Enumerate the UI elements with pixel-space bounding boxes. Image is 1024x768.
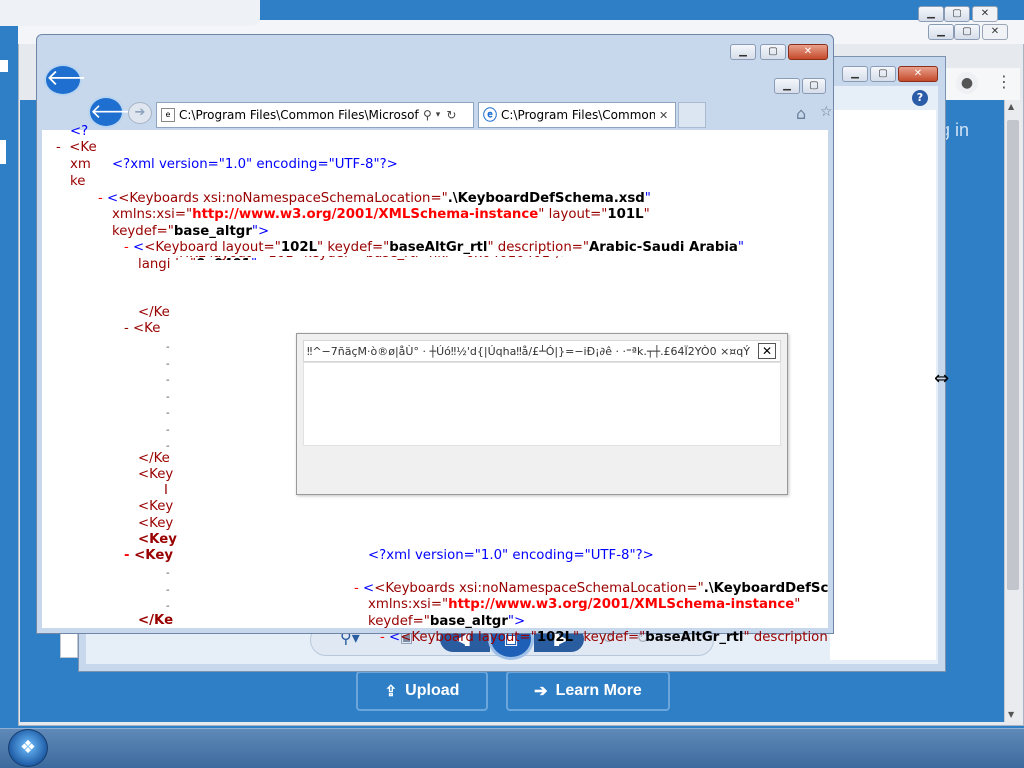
ie-close-button[interactable]: ✕ — [788, 44, 828, 60]
xml2-keydef2-attr: " keydef=" — [573, 629, 646, 645]
windows-logo-icon: ❖ — [19, 737, 37, 758]
fragment-close-1: </Ke — [138, 305, 170, 320]
upload-button[interactable]: ⇪ Upload — [356, 671, 488, 711]
ie-logo-icon: ⓔ — [483, 108, 497, 124]
xml-pi-line: <?xml version="1.0" encoding="UTF-8"?> — [112, 157, 398, 174]
address-text[interactable]: C:\Program Files\Common Files\Microsoft … — [179, 108, 419, 122]
xml2-pi-line: <?xml version="1.0" encoding="UTF-8"?> — [368, 548, 654, 565]
layout-attr: " layout=" — [538, 206, 608, 222]
ie-maximize-button[interactable]: ▢ — [760, 44, 786, 60]
refresh-icon[interactable]: ↻ — [446, 108, 456, 122]
page-icon: e — [161, 108, 175, 122]
bullets: ------- — [166, 342, 170, 452]
forward-button[interactable]: ➔ — [128, 102, 152, 124]
garbled-popup: ‼^−7ñäçM·ò®ø|åÙ° · ┼Úó‼½'d{|Úqha‼å/£┴Ó|}… — [296, 333, 788, 495]
scroll-down-arrow-icon[interactable]: ▼ — [1008, 710, 1014, 719]
bg2-minimize-button[interactable]: ▁ — [928, 24, 954, 40]
fragment-key-5-text: <Key — [134, 548, 174, 563]
fragment-I: I — [164, 483, 168, 498]
bg2-close-button[interactable]: ✕ — [982, 24, 1008, 40]
bg2-maximize-button[interactable]: ▢ — [954, 24, 980, 40]
viewer-minimize-button[interactable]: ▁ — [842, 66, 868, 82]
new-tab-button[interactable] — [678, 102, 706, 128]
outer-fragment-pi: <? — [70, 124, 89, 139]
xml2-layout-value: 102L — [536, 629, 574, 645]
keyboard-layout-value: 102L — [280, 239, 318, 255]
inner-minimize-button[interactable]: ▁ — [774, 78, 800, 94]
xml2-keydef2-value: baseAltGr_rtl — [645, 629, 744, 645]
taskbar — [0, 728, 1024, 768]
scrollbar-thumb[interactable] — [1007, 120, 1019, 590]
popup-close-button[interactable]: ✕ — [758, 343, 776, 359]
fragment-key-4: <Key — [138, 532, 177, 547]
help-icon[interactable]: ? — [912, 90, 928, 106]
more-menu-icon[interactable]: ⋮ — [996, 72, 1012, 91]
favorites-icon[interactable]: ☆ — [820, 104, 833, 120]
dropdown-icon[interactable]: ▾ — [436, 110, 441, 120]
bullets-2: --- — [166, 568, 170, 612]
avatar-icon[interactable]: ● — [956, 72, 978, 94]
popup-titlebar: ‼^−7ñäçM·ò®ø|åÙ° · ┼Úó‼½'d{|Úqha‼å/£┴Ó|}… — [303, 340, 781, 362]
xml2-collapse-toggle[interactable]: - — [354, 581, 363, 596]
bg-minimize-button[interactable]: ▁ — [918, 6, 944, 22]
background-tab-strip — [0, 0, 260, 26]
address-bar[interactable]: e C:\Program Files\Common Files\Microsof… — [156, 102, 474, 128]
bg-maximize-button[interactable]: ▢ — [944, 6, 970, 22]
collapse-toggle[interactable]: - — [98, 191, 107, 206]
xml2-keyboard-open: <Keyboard layout=" — [400, 629, 537, 645]
bg-close-button[interactable]: ✕ — [972, 6, 998, 22]
outer-fragment-xmlns: xm — [70, 157, 91, 172]
viewer-maximize-button[interactable]: ▢ — [870, 66, 896, 82]
search-icon[interactable]: ⚲ — [423, 108, 432, 122]
xml2-declaration: <?xml version="1.0" encoding="UTF-8"?> — [368, 548, 654, 563]
keyboard-desc-attr: " description=" — [487, 239, 590, 255]
desktop-edge-label-b — [0, 140, 6, 164]
learn-more-label: Learn More — [555, 682, 642, 699]
viewer-close-button[interactable]: ✕ — [898, 66, 938, 82]
xml2-keyboard-line: - <<Keyboard layout="102L" keydef="baseA… — [380, 629, 828, 645]
upload-label: Upload — [405, 682, 460, 699]
popup-body — [303, 362, 781, 446]
viewer-white-panel — [830, 110, 936, 660]
outer-back-button[interactable]: 🡐 — [44, 64, 105, 96]
keyboard-keydef-attr: " keydef=" — [317, 239, 390, 255]
outer-fragment-keydef: ke — [70, 174, 86, 189]
fragment-key-3: <Key — [138, 516, 174, 531]
xml2-desc-attr: " description — [743, 629, 828, 645]
fragment-key-1: <Key — [138, 467, 174, 482]
fragment-open-1: - <Ke — [124, 321, 161, 336]
scroll-up-arrow-icon[interactable]: ▲ — [1008, 102, 1014, 111]
layout-value: 101L — [607, 206, 644, 222]
learn-more-button[interactable]: ➔ Learn More — [506, 671, 670, 711]
xml2-keyboard-toggle[interactable]: - — [380, 630, 389, 645]
fragment-open-1-text: <Ke — [133, 321, 161, 336]
ie-minimize-button[interactable]: ▁ — [730, 44, 756, 60]
upload-icon: ⇪ — [384, 683, 398, 700]
inner-maximize-button[interactable]: ▢ — [802, 78, 826, 94]
arrow-right-icon: ➔ — [534, 683, 548, 700]
desktop-edge-label-a — [0, 60, 8, 72]
tab-close-icon[interactable]: ✕ — [659, 109, 668, 122]
tab-title: C:\Program Files\Common... — [501, 108, 655, 122]
home-icon[interactable]: ⌂ — [796, 104, 806, 123]
fragment-key-5: - <Key — [124, 548, 174, 563]
fragment-key-2: <Key — [138, 499, 174, 514]
xml-declaration: <?xml version="1.0" encoding="UTF-8"?> — [112, 157, 398, 172]
keyboard-keydef-value: baseAltGr_rtl — [389, 239, 488, 255]
resize-cursor-icon: ⇔ — [934, 368, 950, 389]
tab-active[interactable]: ⓔ C:\Program Files\Common... ✕ — [478, 102, 676, 128]
keyboard-collapse-toggle[interactable]: - — [124, 240, 133, 255]
popup-title: ‼^−7ñäçM·ò®ø|åÙ° · ┼Úó‼½'d{|Úqha‼å/£┴Ó|}… — [307, 344, 750, 358]
outer-fragment-kb: - <Ke — [56, 140, 97, 155]
inner-back-button[interactable]: 🡐 — [88, 96, 144, 128]
start-button[interactable]: ❖ — [8, 729, 48, 767]
keyboard-desc-value: Arabic-Saudi Arabia — [589, 239, 738, 255]
